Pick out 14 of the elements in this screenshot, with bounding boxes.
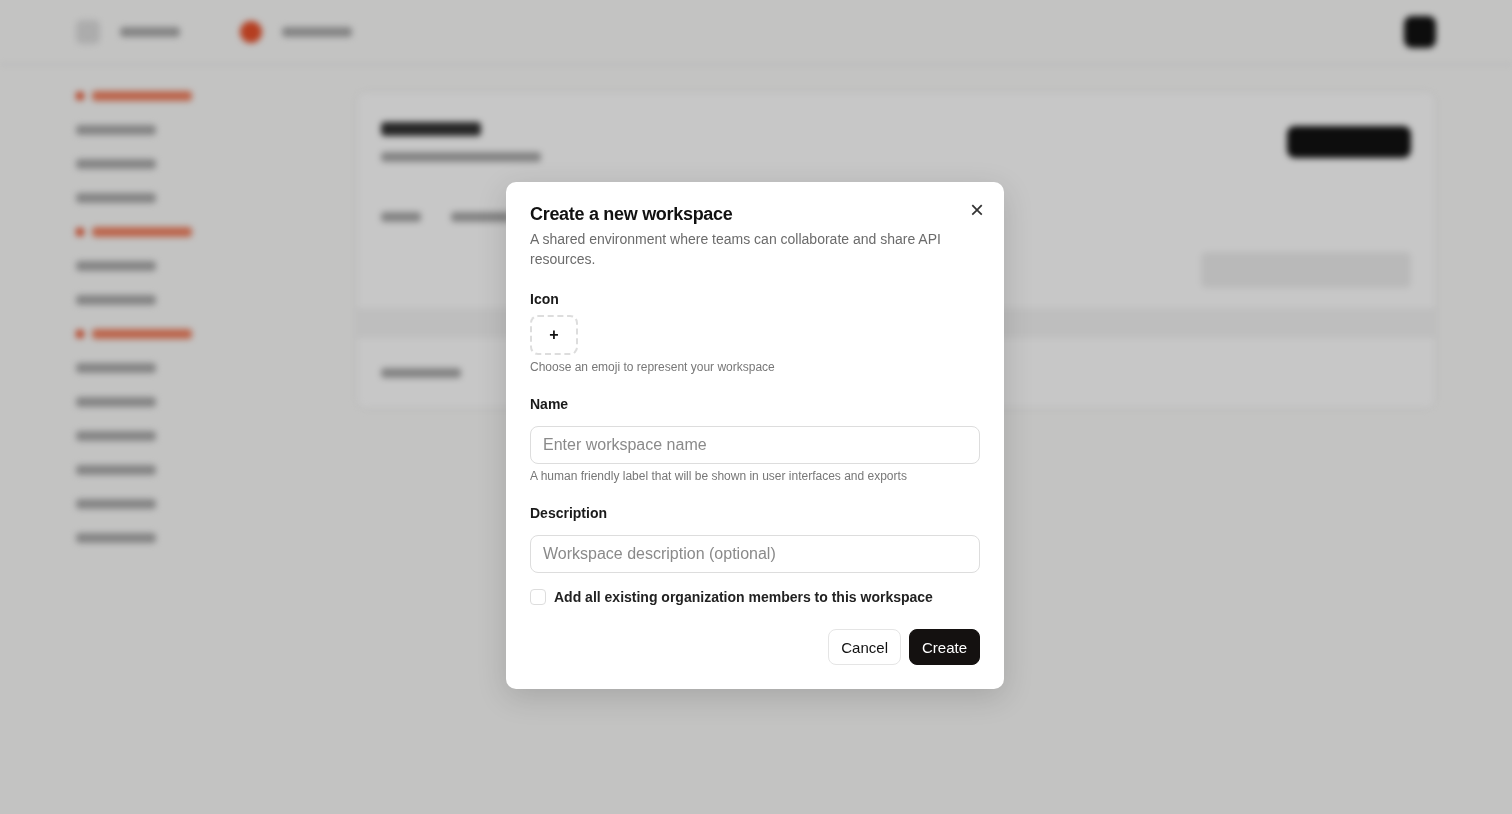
icon-hint: Choose an emoji to represent your workspace xyxy=(530,360,776,374)
dialog-description: A shared environment where teams can collaborate and share API resources. xyxy=(530,230,942,269)
dialog-title: Create a new workspace xyxy=(530,204,733,225)
icon-label: Icon xyxy=(530,291,560,307)
checkbox[interactable] xyxy=(530,589,546,605)
add-members-label: Add all existing organization members to this workspace xyxy=(554,589,933,605)
name-label: Name xyxy=(530,396,570,412)
cancel-button[interactable]: Cancel xyxy=(828,629,901,665)
emoji-picker-button[interactable]: + xyxy=(530,315,578,355)
name-input-field[interactable]: Enter workspace name xyxy=(530,426,980,464)
create-button[interactable]: Create xyxy=(908,629,980,665)
name-hint: A human friendly label that will be shown in user interfaces and exports xyxy=(530,469,908,483)
description-input-field[interactable]: Workspace description (optional) xyxy=(530,535,980,573)
description-label: Description xyxy=(530,505,608,521)
